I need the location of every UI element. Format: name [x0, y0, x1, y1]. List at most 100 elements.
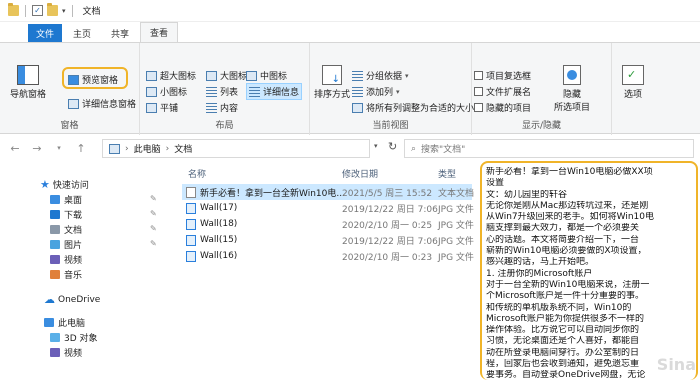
- sidebar-item-pictures[interactable]: 图片: [50, 237, 82, 252]
- tab-home[interactable]: 主页: [64, 24, 100, 42]
- sidebar-item-label: 文档: [64, 226, 83, 236]
- show-hide-group-label: 显示/隐藏: [521, 121, 562, 131]
- chevron-down-icon[interactable]: ▾: [62, 7, 66, 15]
- sidebar-item-label: 音乐: [64, 271, 83, 281]
- file-type: JPG 文件: [438, 236, 474, 247]
- search-input[interactable]: ⌕ 搜索"文档": [404, 139, 694, 158]
- group-by-button[interactable]: 分组依据 ▾: [352, 69, 409, 82]
- preview-line: 习惯，无论桌面还是个人喜好，都能自: [486, 336, 640, 347]
- sidebar-item-3d-objects[interactable]: 3D 对象: [50, 330, 98, 345]
- layout-large-icons[interactable]: 大图标: [206, 69, 247, 82]
- group-by-label: 分组依据: [366, 72, 403, 82]
- sidebar-item-label: 3D 对象: [64, 334, 98, 344]
- sidebar-item-label: 视频: [64, 256, 83, 266]
- properties-icon[interactable]: ✓: [32, 5, 43, 16]
- sidebar-item-label: 此电脑: [58, 319, 86, 329]
- panes-group-label: 窗格: [60, 121, 79, 131]
- layout-content[interactable]: 内容: [206, 101, 238, 114]
- tab-share[interactable]: 共享: [102, 24, 138, 42]
- folder-icon: [8, 3, 19, 16]
- content-icon: [206, 102, 217, 113]
- preview-line: Microsoft账户能为你提供很多不一样的: [486, 313, 644, 324]
- layout-medium-icons[interactable]: 中图标: [246, 69, 287, 82]
- refresh-icon[interactable]: ↻: [388, 140, 397, 153]
- column-header-name[interactable]: 名称: [188, 167, 206, 181]
- sidebar-item-music[interactable]: 音乐: [50, 267, 82, 282]
- layout-xl-icons[interactable]: 超大图标: [146, 69, 196, 82]
- details-icon: [249, 86, 260, 97]
- sidebar-item-desktop[interactable]: 桌面: [50, 192, 82, 207]
- preview-line: 对于一台全新的Win10电脑来说，注册一: [486, 279, 650, 290]
- sidebar-item-this-pc[interactable]: 此电脑: [44, 315, 85, 330]
- preview-line: 1. 注册你的Microsoft账户: [486, 268, 593, 279]
- music-icon: [50, 270, 60, 279]
- layout-label: 内容: [220, 104, 239, 114]
- watermark: Sina: [656, 355, 696, 374]
- file-ext-toggle[interactable]: 文件扩展名: [474, 85, 531, 98]
- image-file-icon: [186, 202, 196, 214]
- item-checkbox-toggle[interactable]: 项目复选框: [474, 69, 531, 82]
- layout-list[interactable]: 列表: [206, 85, 238, 98]
- pin-icon[interactable]: ✎: [150, 224, 157, 233]
- tab-view[interactable]: 查看: [140, 22, 179, 42]
- hide-selected-button[interactable]: 隐藏 所选项目: [554, 65, 590, 113]
- column-header-type[interactable]: 类型: [438, 167, 456, 181]
- file-row[interactable]: 新手必看！拿到一台全新Win10电... 2021/5/5 周三 15:52 文…: [182, 184, 474, 200]
- chevron-down-icon[interactable]: ▾: [52, 144, 66, 152]
- breadcrumb-documents[interactable]: 文档: [174, 142, 192, 155]
- pictures-icon: [50, 240, 60, 249]
- preview-line: 心的话题。本文将简要介绍一下，一台: [486, 234, 640, 245]
- address-box[interactable]: › 此电脑 › 文档: [102, 139, 370, 158]
- add-column-label: 添加列: [366, 88, 394, 98]
- checkbox[interactable]: [474, 103, 483, 112]
- nav-pane-button[interactable]: 导航窗格: [10, 65, 46, 100]
- show-hide-group: 项目复选框 文件扩展名 隐藏的项目 隐藏 所选项目 显示/隐藏: [472, 43, 612, 135]
- sidebar-item-quick-access[interactable]: ★ 快速访问: [40, 177, 89, 192]
- pin-icon[interactable]: ✎: [150, 209, 157, 218]
- details-pane-label: 详细信息窗格: [82, 100, 137, 110]
- breadcrumb-this-pc[interactable]: 此电脑: [134, 142, 161, 155]
- add-column-button[interactable]: 添加列 ▾: [352, 85, 400, 98]
- file-row[interactable]: Wall(16) 2020/2/10 周一 0:23 JPG 文件: [182, 248, 474, 264]
- file-row[interactable]: Wall(15) 2019/12/22 周日 7:06 JPG 文件: [182, 232, 474, 248]
- layout-details[interactable]: 详细信息: [246, 83, 303, 100]
- sidebar-item-videos[interactable]: 视频: [50, 252, 82, 267]
- up-icon[interactable]: ↑: [74, 142, 88, 155]
- small-icons-icon: [146, 86, 157, 97]
- checkbox[interactable]: [474, 87, 483, 96]
- fit-columns-button[interactable]: 将所有列调整为合适的大小: [352, 101, 474, 114]
- window-title: 文档: [82, 7, 101, 17]
- column-header-date[interactable]: 修改日期: [342, 167, 378, 181]
- new-folder-icon[interactable]: [47, 3, 58, 16]
- group-by-icon: [352, 70, 363, 81]
- options-button[interactable]: 选项: [622, 65, 644, 100]
- layout-small-icons[interactable]: 小图标: [146, 85, 187, 98]
- file-ext-label: 文件扩展名: [486, 88, 532, 98]
- checkbox[interactable]: [474, 71, 483, 80]
- xl-icons-icon: [146, 70, 157, 81]
- sidebar-item-videos-pc[interactable]: 视频: [50, 345, 82, 360]
- file-row[interactable]: Wall(18) 2020/2/10 周一 0:25 JPG 文件: [182, 216, 474, 232]
- pin-icon[interactable]: ✎: [150, 194, 157, 203]
- tab-file[interactable]: 文件: [28, 24, 62, 42]
- details-pane-button[interactable]: 详细信息窗格: [68, 97, 136, 110]
- star-icon: ★: [40, 178, 50, 191]
- sidebar-item-onedrive[interactable]: ☁ OneDrive: [44, 292, 100, 307]
- sidebar-item-documents[interactable]: 文档: [50, 222, 82, 237]
- videos-icon: [50, 255, 60, 264]
- preview-text: 新手必看！拿到一台Win10电脑必做XX项 设置 文：幼儿园里的轩谷 无论你是刚从Ma…: [486, 167, 690, 380]
- sidebar-item-label: OneDrive: [58, 294, 101, 305]
- file-row[interactable]: Wall(17) 2019/12/22 周日 7:06 JPG 文件: [182, 200, 474, 216]
- forward-icon[interactable]: →: [30, 142, 44, 155]
- pin-icon[interactable]: ✎: [150, 239, 157, 248]
- sidebar-item-downloads[interactable]: 下载: [50, 207, 82, 222]
- layout-tiles[interactable]: 平铺: [146, 101, 178, 114]
- ribbon-tabs: 文件 主页 共享 查看: [0, 22, 700, 42]
- hidden-items-toggle[interactable]: 隐藏的项目: [474, 101, 531, 114]
- sort-by-button[interactable]: 排序方式: [314, 65, 350, 100]
- back-icon[interactable]: ←: [8, 142, 22, 155]
- chevron-down-icon[interactable]: ▾: [374, 142, 378, 150]
- chevron-down-icon: ▾: [396, 87, 400, 96]
- options-icon: [622, 65, 644, 85]
- preview-pane: 新手必看！拿到一台Win10电脑必做XX项 设置 文：幼儿园里的轩谷 无论你是刚从Ma…: [478, 161, 700, 380]
